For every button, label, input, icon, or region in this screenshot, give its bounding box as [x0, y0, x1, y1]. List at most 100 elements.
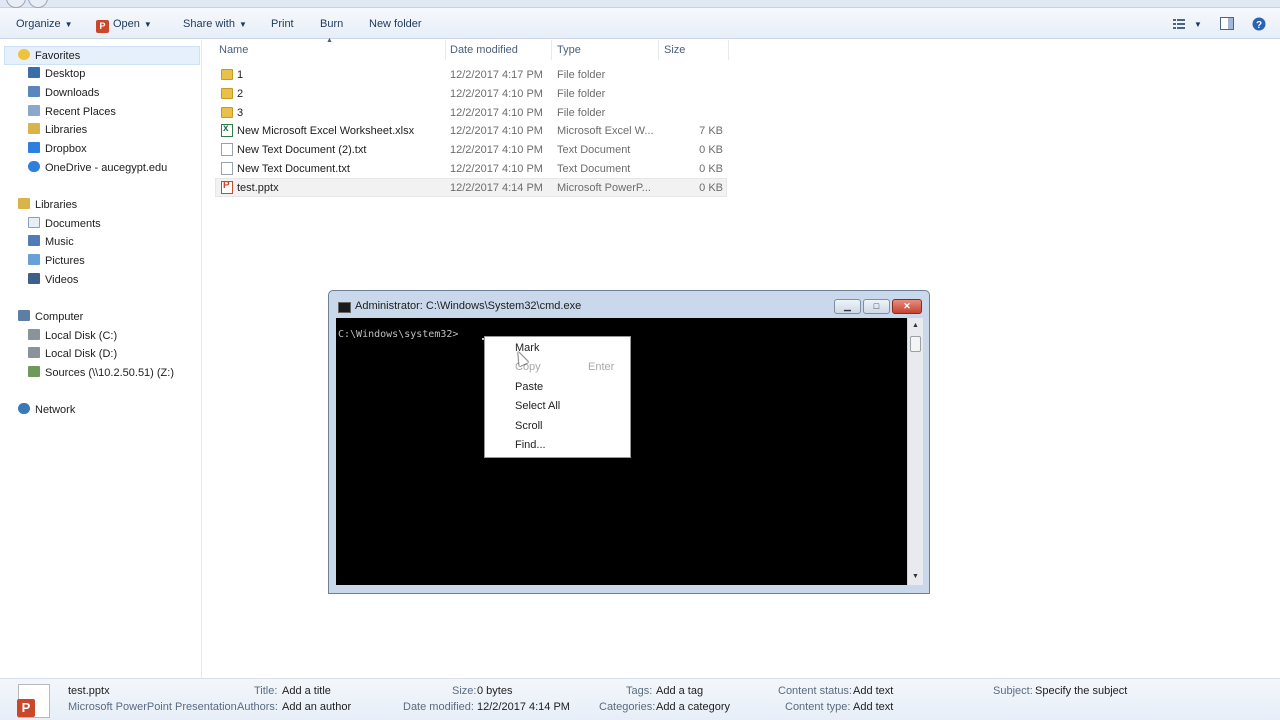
nav-onedrive[interactable]: OneDrive - aucegypt.edu	[28, 160, 167, 176]
burn-button[interactable]: Burn	[320, 17, 343, 31]
column-header-type[interactable]: Type	[557, 44, 581, 56]
forward-button[interactable]	[28, 0, 48, 8]
desktop-icon	[28, 67, 40, 78]
nav-libraries-favorite[interactable]: Libraries	[28, 122, 87, 138]
maximize-icon: □	[873, 301, 880, 311]
scroll-up-icon[interactable]: ▲	[912, 322, 919, 329]
nav-label: Documents	[45, 218, 101, 230]
column-header-size[interactable]: Size	[664, 44, 685, 56]
nav-desktop[interactable]: Desktop	[28, 66, 85, 82]
command-bar: Organize ▼ P Open ▼ Share with ▼ Print Burn …	[0, 8, 1280, 39]
nav-label: Network	[35, 404, 76, 416]
vertical-scrollbar[interactable]: ▲ ▼	[907, 318, 923, 585]
nav-label: Sources (\\10.2.50.51) (Z:)	[45, 367, 174, 379]
details-pane: P test.pptx Microsoft PowerPoint Present…	[0, 678, 1280, 720]
column-header-name[interactable]: Name	[219, 44, 248, 56]
menu-item-scroll[interactable]: Scroll	[515, 420, 543, 432]
nav-label: OneDrive - aucegypt.edu	[45, 162, 168, 174]
text-file-icon	[221, 143, 233, 156]
nav-label: Music	[45, 236, 74, 248]
nav-label: Pictures	[45, 255, 85, 267]
column-divider	[658, 40, 659, 60]
title-field[interactable]: Add a title	[282, 685, 331, 697]
menu-item-select-all[interactable]: Select All	[515, 400, 560, 412]
file-name: New Text Document.txt	[237, 163, 350, 175]
star-icon	[18, 49, 30, 60]
chevron-down-icon: ▼	[143, 20, 152, 29]
size-label: Size:	[452, 685, 477, 697]
organize-button[interactable]: Organize ▼	[16, 17, 73, 31]
file-size: 0 KB	[699, 144, 723, 156]
file-date: 12/2/2017 4:10 PM	[450, 163, 543, 175]
column-divider	[551, 40, 552, 60]
nav-network-drive-z[interactable]: Sources (\\10.2.50.51) (Z:)	[28, 365, 174, 381]
powerpoint-file-icon	[221, 180, 233, 194]
share-with-label: Share with	[183, 18, 235, 30]
nav-computer[interactable]: Computer	[18, 309, 83, 325]
nav-label: Local Disk (D:)	[45, 348, 118, 360]
cmd-title: Administrator: C:\Windows\System32\cmd.e…	[355, 300, 582, 312]
file-date: 12/2/2017 4:10 PM	[450, 144, 543, 156]
powerpoint-file-icon: P	[17, 684, 50, 718]
svg-text:?: ?	[1256, 20, 1262, 31]
new-folder-button[interactable]: New folder	[369, 17, 422, 31]
nav-pictures[interactable]: Pictures	[28, 253, 85, 269]
cmd-icon	[338, 302, 351, 313]
tags-field[interactable]: Add a tag	[656, 685, 703, 697]
menu-shortcut-enter: Enter	[588, 361, 615, 373]
file-type: File folder	[557, 88, 606, 100]
nav-label: Computer	[35, 311, 84, 323]
subject-field[interactable]: Specify the subject	[1035, 685, 1127, 697]
column-divider	[445, 40, 446, 60]
open-button[interactable]: P Open ▼	[96, 17, 152, 33]
sort-up-icon: ▲	[326, 37, 333, 44]
nav-recent-places[interactable]: Recent Places	[28, 104, 116, 120]
close-button[interactable]: ✕	[892, 299, 922, 314]
date-modified-label: Date modified:	[403, 701, 474, 713]
nav-label: Recent Places	[45, 106, 116, 118]
nav-favorites[interactable]: Favorites	[18, 48, 80, 64]
file-type: Text Document	[557, 163, 631, 175]
file-name: New Text Document (2).txt	[237, 144, 367, 156]
help-icon[interactable]: ?	[1252, 17, 1266, 31]
nav-network[interactable]: Network	[18, 402, 75, 418]
file-date: 12/2/2017 4:10 PM	[450, 107, 543, 119]
authors-field[interactable]: Add an author	[282, 701, 351, 713]
nav-downloads[interactable]: Downloads	[28, 85, 99, 101]
nav-libraries[interactable]: Libraries	[18, 197, 77, 213]
scroll-down-icon[interactable]: ▼	[912, 573, 919, 580]
nav-local-disk-d[interactable]: Local Disk (D:)	[28, 346, 117, 362]
drive-icon	[28, 329, 40, 340]
onedrive-cloud-icon	[28, 161, 40, 172]
subject-label: Subject:	[993, 685, 1033, 697]
file-size: 0 KB	[699, 182, 723, 194]
nav-documents[interactable]: Documents	[28, 216, 101, 232]
content-status-field[interactable]: Add text	[853, 685, 893, 697]
minimize-button[interactable]: ▁	[834, 299, 861, 314]
nav-dropbox[interactable]: Dropbox	[28, 141, 87, 157]
pictures-icon	[28, 254, 40, 265]
back-button[interactable]	[6, 0, 26, 8]
folder-icon	[221, 88, 233, 99]
nav-videos[interactable]: Videos	[28, 272, 78, 288]
content-type-field[interactable]: Add text	[853, 701, 893, 713]
column-header-date-modified[interactable]: Date modified	[450, 44, 518, 56]
details-filename: test.pptx	[68, 685, 110, 697]
view-options-icon[interactable]	[1172, 17, 1186, 30]
file-type: Text Document	[557, 144, 631, 156]
maximize-button[interactable]: □	[863, 299, 890, 314]
nav-music[interactable]: Music	[28, 234, 74, 250]
categories-field[interactable]: Add a category	[656, 701, 730, 713]
share-with-button[interactable]: Share with ▼	[183, 17, 247, 31]
chevron-down-icon[interactable]: ▼	[1194, 18, 1202, 32]
preview-pane-icon[interactable]	[1220, 17, 1234, 30]
videos-icon	[28, 273, 40, 284]
file-date: 12/2/2017 4:10 PM	[450, 88, 543, 100]
scrollbar-thumb[interactable]	[910, 336, 921, 352]
menu-item-find[interactable]: Find...	[515, 439, 546, 451]
cmd-title-bar[interactable]: Administrator: C:\Windows\System32\cmd.e…	[329, 291, 929, 319]
nav-local-disk-c[interactable]: Local Disk (C:)	[28, 328, 117, 344]
print-button[interactable]: Print	[271, 17, 294, 31]
menu-item-paste[interactable]: Paste	[515, 381, 543, 393]
file-type: Microsoft PowerP...	[557, 182, 651, 194]
